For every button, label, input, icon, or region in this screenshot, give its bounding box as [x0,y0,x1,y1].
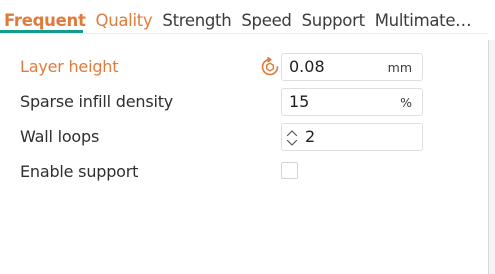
tab-support[interactable]: Support [302,0,365,31]
enable-support-checkbox[interactable] [281,162,298,179]
sparse-infill-density-label: Sparse infill density [20,92,174,111]
wall-loops-stepper[interactable]: 2 [281,123,423,151]
settings-tab-bar: Frequent Quality Strength Speed Support … [0,0,488,34]
setting-row-layer-height: Layer height 0.08 mm [0,53,488,83]
layer-height-label: Layer height [20,57,119,76]
tab-multimaterial[interactable]: Multimate… [375,0,472,31]
setting-row-enable-support: Enable support [0,158,488,188]
panel-right-border [488,0,495,274]
tab-bar-divider [0,33,488,34]
wall-loops-label: Wall loops [20,127,100,146]
layer-height-unit: mm [387,60,412,75]
tab-strength[interactable]: Strength [162,0,231,31]
tab-frequent[interactable]: Frequent [4,0,86,31]
tab-speed[interactable]: Speed [241,0,292,31]
layer-height-input[interactable]: 0.08 mm [281,53,423,81]
sparse-infill-density-value[interactable]: 15 [289,92,309,112]
sparse-infill-density-input[interactable]: 15 % [281,88,423,116]
spin-arrows-icon[interactable] [286,128,298,148]
sparse-infill-density-unit: % [400,95,412,110]
tab-quality[interactable]: Quality [96,0,153,31]
setting-row-sparse-infill-density: Sparse infill density 15 % [0,88,488,118]
reset-icon[interactable] [259,56,281,78]
enable-support-label: Enable support [20,162,139,181]
panel-right-border-top [488,0,495,40]
wall-loops-value[interactable]: 2 [305,127,315,147]
layer-height-value[interactable]: 0.08 [289,57,325,77]
print-settings-panel: Frequent Quality Strength Speed Support … [0,0,495,274]
setting-row-wall-loops: Wall loops 2 [0,123,488,153]
